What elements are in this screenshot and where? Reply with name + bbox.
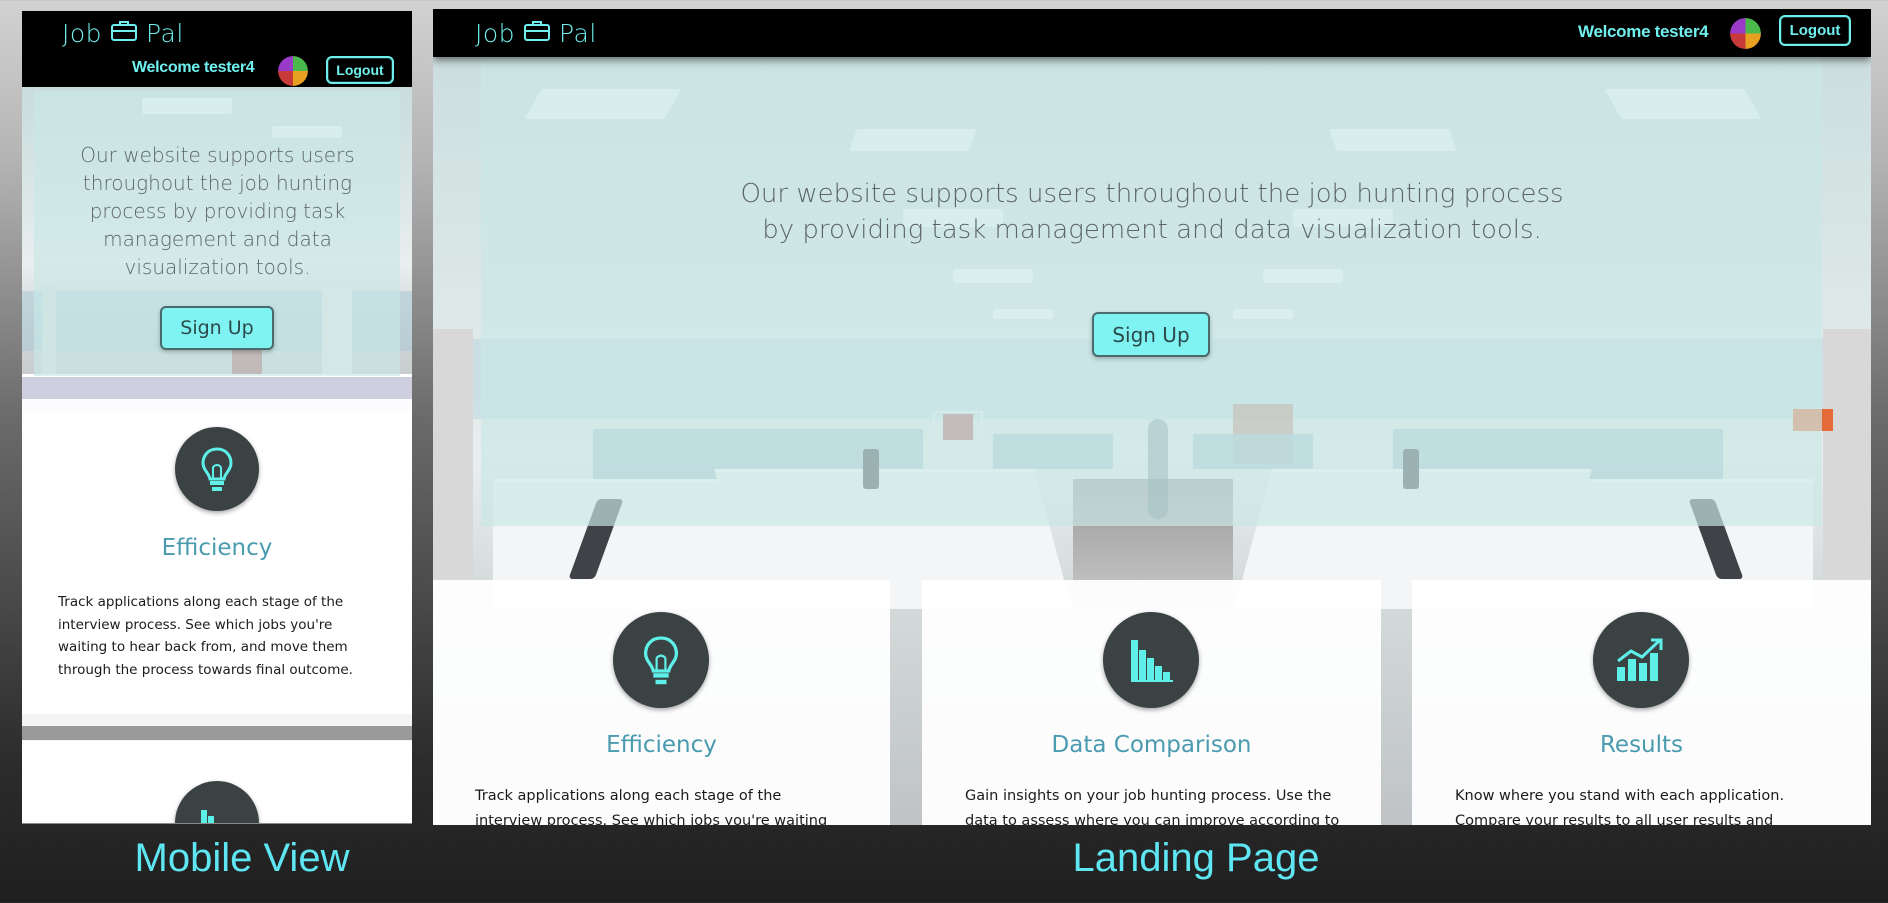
user-avatar[interactable] (1730, 18, 1761, 49)
bar-chart-icon (175, 781, 259, 824)
feature-title: Efficiency (161, 535, 273, 561)
signup-button[interactable]: Sign Up (1092, 312, 1210, 357)
logo-text-job: Job (62, 19, 103, 48)
welcome-message: Welcome tester4 (1578, 22, 1709, 41)
logout-button[interactable]: Logout (1779, 15, 1851, 46)
feature-title: Data Comparison (1051, 732, 1252, 758)
mobile-navbar: Job Pal Welcome tester4 Logout (22, 11, 412, 87)
feature-title: Results (1599, 732, 1684, 758)
feature-card-efficiency: Efficiency Track applications along each… (22, 399, 412, 714)
lightbulb-icon (613, 612, 709, 708)
bar-chart-icon (1103, 612, 1199, 708)
section-divider (22, 726, 412, 740)
hero-tagline: Our website supports users throughout th… (80, 143, 355, 279)
feature-card-efficiency: Efficiency Track applications along each… (433, 580, 890, 825)
feature-card-data-comparison: Data Comparison Gain insights on your jo… (922, 580, 1381, 825)
feature-card-data-comparison-partial (22, 741, 412, 824)
mobile-logo[interactable]: Job Pal (62, 19, 184, 48)
briefcase-icon (523, 19, 551, 48)
hero-tagline: Our website supports users throughout th… (740, 179, 1564, 245)
logout-button[interactable]: Logout (326, 56, 394, 84)
feature-card-results: Results Know where you stand with each a… (1412, 580, 1871, 825)
logo-text-pal: Pal (146, 19, 184, 48)
welcome-message: Welcome tester4 (132, 59, 255, 76)
caption-mobile-view: Mobile View (134, 836, 350, 880)
feature-description: Track applications along each stage of t… (475, 788, 828, 825)
mobile-view-frame: Job Pal Welcome tester4 Logout Our websi… (22, 11, 412, 824)
user-avatar[interactable] (278, 56, 308, 86)
feature-description: Know where you stand with each applicati… (1455, 788, 1785, 825)
logo-text-job: Job (475, 19, 516, 48)
feature-description: Gain insights on your job hunting proces… (965, 788, 1340, 825)
hero-overlay (481, 49, 1822, 526)
logo-text-pal: Pal (559, 19, 597, 48)
trend-chart-icon (1593, 612, 1689, 708)
landing-page-frame: Job Pal Welcome tester4 Logout Our websi… (433, 9, 1871, 825)
briefcase-icon (110, 19, 138, 48)
signup-button[interactable]: Sign Up (160, 306, 274, 350)
landing-logo[interactable]: Job Pal (475, 19, 597, 48)
feature-title: Efficiency (606, 732, 717, 758)
caption-landing-page: Landing Page (1072, 836, 1320, 880)
lightbulb-icon (175, 427, 259, 511)
landing-navbar: Job Pal Welcome tester4 Logout (433, 9, 1871, 57)
feature-description: Track applications along each stage of t… (58, 594, 353, 678)
